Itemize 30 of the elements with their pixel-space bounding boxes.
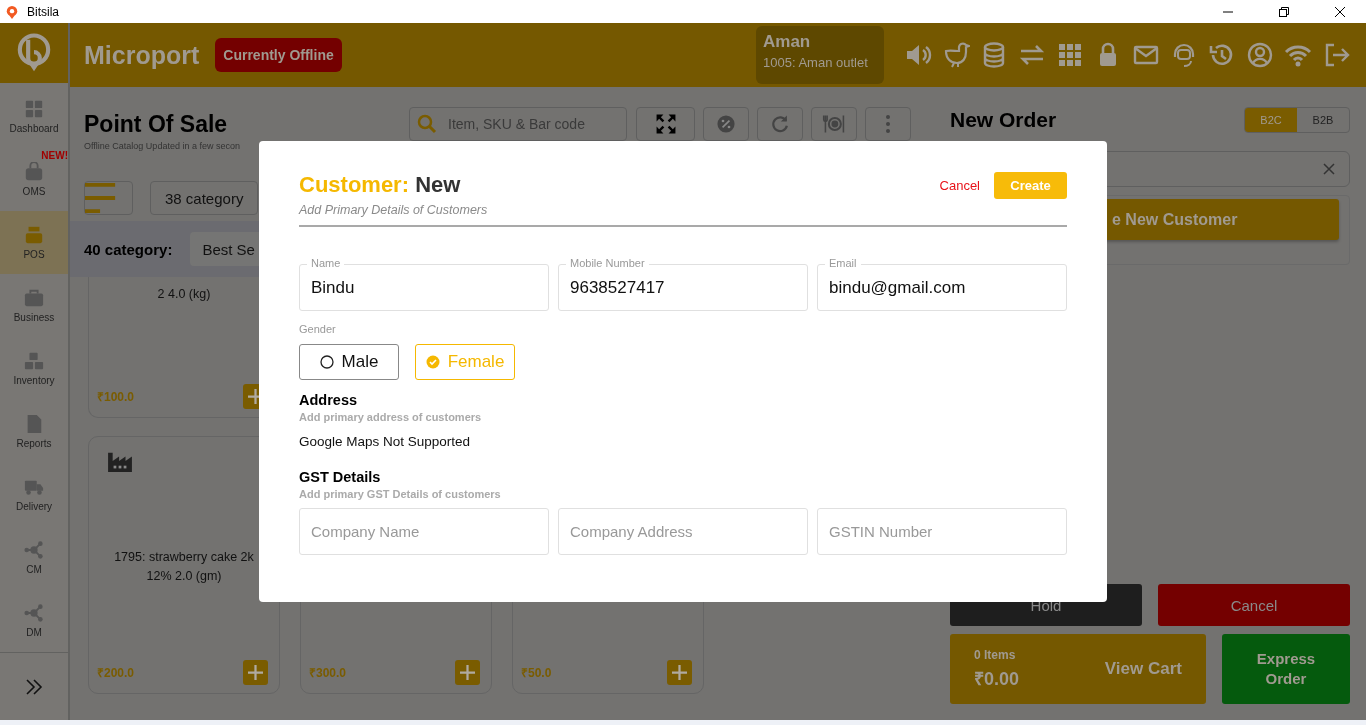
product-name: 2 4.0 (kg): [157, 286, 211, 303]
dialog-subtitle: Add Primary Details of Customers: [299, 203, 488, 217]
order-title: New Order: [950, 108, 1057, 132]
category-count: 40 category:: [84, 240, 173, 258]
window-title: Bitsila: [27, 4, 59, 19]
user-name: Aman: [763, 32, 812, 52]
new-label: NEW!: [41, 150, 68, 162]
section-subtitle: Add primary address of customers: [299, 411, 483, 423]
field-label: Mobile Number: [566, 257, 649, 269]
cart-item-count: 0 Items: [974, 648, 1016, 662]
field-label: Name: [307, 257, 345, 269]
outlet-name: 1005: Aman outlet: [763, 55, 869, 70]
product-name: 12% 2.0 (gm): [146, 567, 222, 585]
product-price: ₹200.0: [97, 665, 135, 681]
product-name: 1795: strawberry cake 2k: [114, 548, 254, 566]
product-price: ₹100.0: [97, 389, 135, 405]
view-cart-label: View Cart: [1104, 659, 1182, 679]
gender-label: Gender: [299, 323, 337, 335]
product-price: ₹300.0: [309, 665, 347, 681]
section-subtitle: Add primary GST Details of customers: [299, 488, 502, 500]
brand-name: Microport: [84, 40, 200, 70]
field-label: Email: [825, 257, 861, 269]
section-title: Address: [299, 392, 359, 408]
section-title: GST Details: [299, 469, 382, 485]
page-title: Point Of Sale: [84, 111, 229, 138]
maps-note: Google Maps Not Supported: [299, 434, 472, 449]
cart-total: ₹0.00: [974, 668, 1020, 690]
dialog-title: Customer: New: [299, 172, 462, 198]
offline-status: Currently Offline: [215, 38, 342, 72]
product-price: ₹50.0: [521, 665, 552, 681]
